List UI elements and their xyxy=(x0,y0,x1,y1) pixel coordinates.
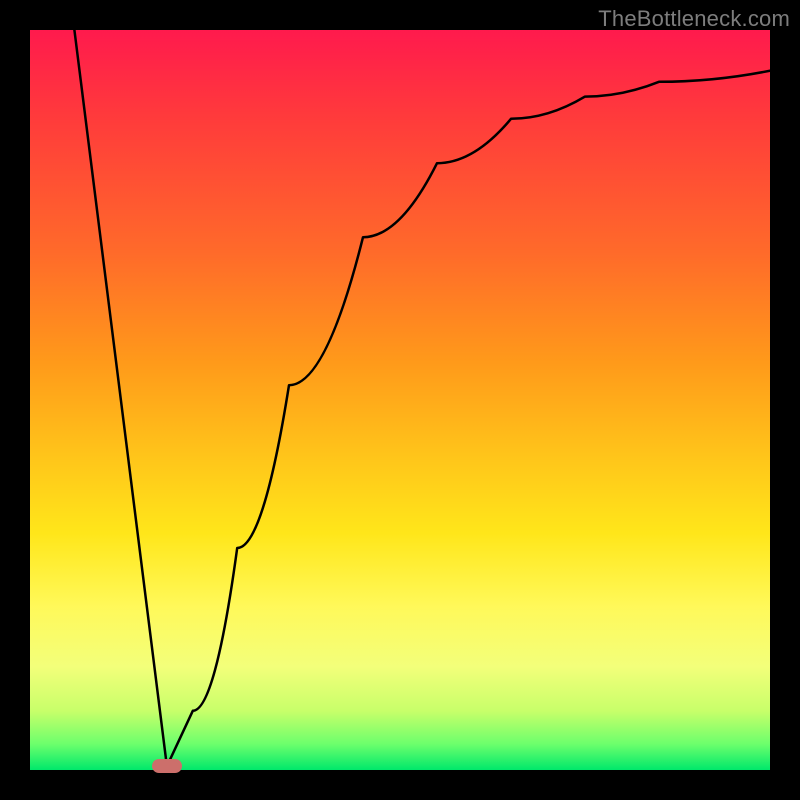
bottleneck-curve xyxy=(74,30,770,766)
minimum-marker xyxy=(152,759,182,773)
chart-frame: TheBottleneck.com xyxy=(0,0,800,800)
plot-area xyxy=(30,30,770,770)
watermark-text: TheBottleneck.com xyxy=(598,6,790,32)
curve-svg xyxy=(30,30,770,770)
